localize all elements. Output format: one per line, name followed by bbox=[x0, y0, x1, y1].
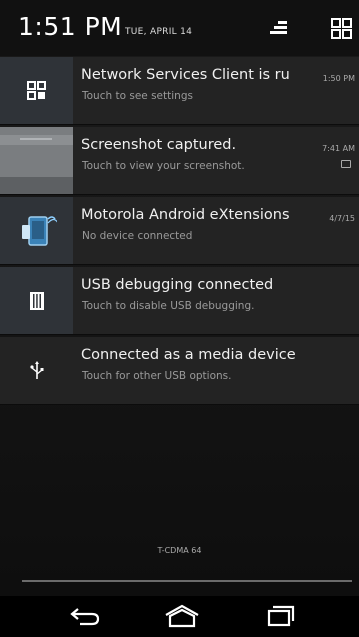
notification-title: USB debugging connected bbox=[81, 277, 274, 293]
notification-shade: 1:51 PM TUE, APRIL 14 Network Services C… bbox=[0, 0, 359, 637]
notification-time: 7:41 AM bbox=[322, 144, 355, 153]
notification-subtitle: Touch to disable USB debugging. bbox=[82, 300, 255, 312]
notification-subtitle: Touch to see settings bbox=[82, 90, 193, 102]
notification-usb-media[interactable]: Connected as a media device Touch for ot… bbox=[0, 337, 359, 405]
usb-icon bbox=[0, 337, 73, 404]
notification-network-services[interactable]: Network Services Client is ru Touch to s… bbox=[0, 57, 359, 125]
image-icon bbox=[341, 160, 351, 168]
grid-icon[interactable] bbox=[327, 14, 355, 42]
quick-settings-icon[interactable] bbox=[266, 14, 294, 42]
device-app-icon bbox=[0, 197, 73, 264]
navigation-bar bbox=[0, 596, 359, 637]
notification-usb-debugging[interactable]: USB debugging connected Touch to disable… bbox=[0, 267, 359, 335]
notification-title: Screenshot captured. bbox=[81, 137, 237, 153]
notification-title: Connected as a media device bbox=[81, 347, 296, 363]
recents-icon[interactable] bbox=[258, 600, 302, 632]
home-icon[interactable] bbox=[160, 600, 204, 632]
notification-time: 4/7/15 bbox=[329, 214, 355, 223]
notification-title: Network Services Client is ru bbox=[81, 67, 290, 83]
notification-subtitle: Touch to view your screenshot. bbox=[82, 160, 245, 172]
date: TUE, APRIL 14 bbox=[125, 27, 193, 37]
grid-app-icon bbox=[0, 57, 73, 124]
notification-motorola-extensions[interactable]: Motorola Android eXtensions No device co… bbox=[0, 197, 359, 265]
back-icon[interactable] bbox=[63, 600, 107, 632]
usb-debug-icon bbox=[0, 267, 73, 334]
notification-subtitle: No device connected bbox=[82, 230, 193, 242]
notification-screenshot[interactable]: Screenshot captured. Touch to view your … bbox=[0, 127, 359, 195]
notification-title: Motorola Android eXtensions bbox=[81, 207, 290, 223]
carrier-label: T-CDMA 64 bbox=[157, 546, 202, 555]
shade-header: 1:51 PM TUE, APRIL 14 bbox=[0, 0, 359, 56]
clock: 1:51 PM bbox=[18, 12, 123, 41]
notification-time: 1:50 PM bbox=[322, 74, 355, 83]
screenshot-thumbnail bbox=[0, 127, 73, 194]
notification-subtitle: Touch for other USB options. bbox=[82, 370, 232, 382]
shade-handle[interactable] bbox=[22, 580, 352, 582]
